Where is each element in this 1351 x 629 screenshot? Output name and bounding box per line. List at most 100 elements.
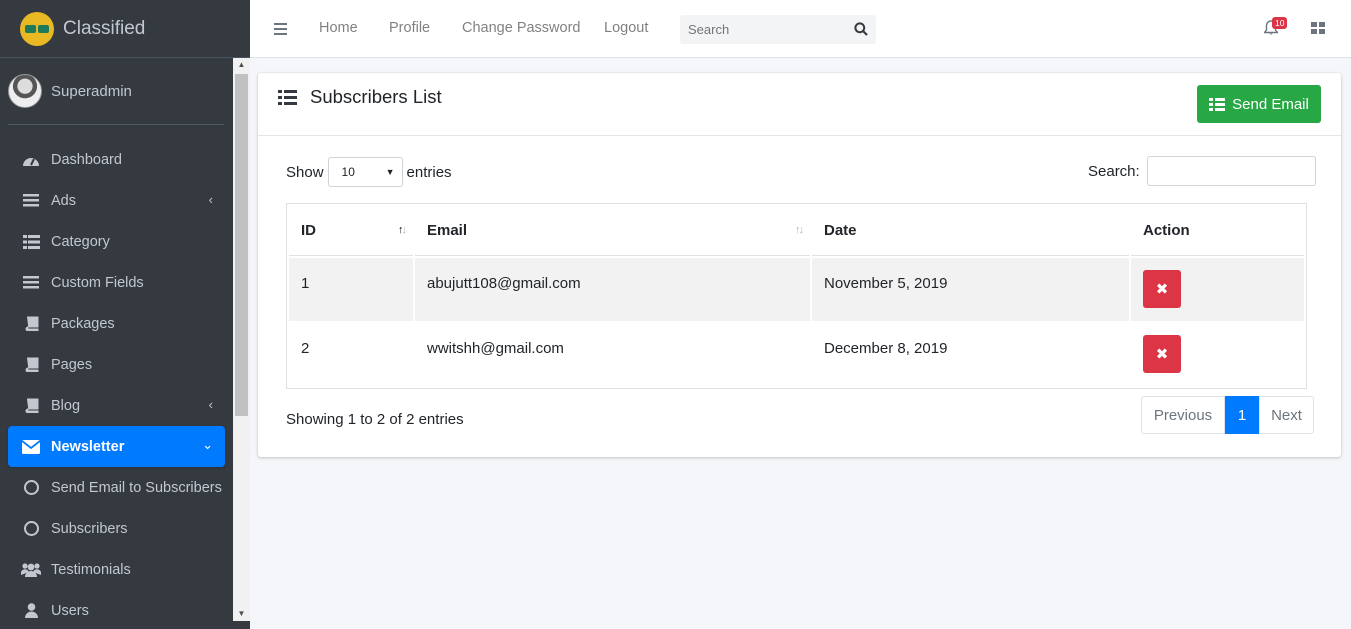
page-1-button[interactable]: 1 (1225, 396, 1259, 434)
table-search: Search: (1088, 156, 1316, 186)
list-icon (278, 89, 297, 105)
previous-page-button[interactable]: Previous (1141, 396, 1225, 434)
circle-icon (21, 479, 41, 497)
cell-email: abujutt108@gmail.com (415, 258, 810, 321)
brand-link[interactable]: Classified (0, 0, 250, 58)
delete-button[interactable]: ✖ (1143, 335, 1181, 373)
envelope-icon (21, 438, 41, 456)
list-icon (1209, 97, 1226, 111)
cell-id: 1 (289, 258, 413, 321)
dropdown-arrow-icon: ▼ (385, 167, 395, 177)
cell-id: 2 (301, 340, 310, 357)
nav-logout-link[interactable]: Logout (604, 20, 648, 36)
apps-grid-icon[interactable] (1311, 22, 1325, 34)
header-label: Action (1143, 222, 1190, 239)
send-email-label: Send Email (1232, 95, 1309, 113)
cell-date: November 5, 2019 (812, 258, 1129, 321)
circle-icon (21, 520, 41, 538)
cell-action: ✖ (1131, 258, 1304, 321)
column-header-date[interactable]: Date (812, 206, 1129, 256)
sidebar-item-custom-fields[interactable]: Custom Fields (8, 262, 225, 303)
nav-change-password-link[interactable]: Change Password (462, 20, 581, 36)
sidebar: Classified Superadmin Dashboard Ads ‹ Ca… (0, 0, 250, 629)
list-icon (21, 233, 41, 251)
scroll-down-icon[interactable]: ▼ (233, 607, 250, 621)
avatar (8, 74, 42, 108)
search-label: Search: (1088, 162, 1140, 180)
sidebar-item-packages[interactable]: Packages (8, 303, 225, 344)
entries-label: entries (406, 163, 452, 181)
sidebar-item-label: Send Email to Subscribers (51, 479, 222, 496)
sidebar-item-label: Newsletter (51, 438, 125, 455)
nav-profile-link[interactable]: Profile (389, 20, 430, 36)
subscribers-card: Subscribers List Send Email Show 10 ▼ en… (258, 73, 1341, 457)
column-header-action: Action (1131, 206, 1304, 256)
brand-logo-icon (20, 11, 54, 46)
cell-date: December 8, 2019 (824, 340, 948, 357)
top-navbar: Home Profile Change Password Logout 10 (250, 0, 1351, 58)
sidebar-item-label: Dashboard (51, 151, 122, 168)
user-name: Superadmin (51, 82, 132, 100)
entries-select-value: 10 (341, 165, 355, 179)
table-row: 2 wwitshh@gmail.com December 8, 2019 ✖ (289, 323, 1304, 386)
delete-button[interactable]: ✖ (1143, 270, 1181, 308)
page-title: Subscribers List (310, 86, 442, 107)
sidebar-item-dashboard[interactable]: Dashboard (8, 139, 225, 180)
column-header-id[interactable]: ID ↑↓ (289, 206, 413, 256)
sidebar-item-label: Ads (51, 192, 76, 209)
header-label: ID (301, 222, 316, 239)
scrollbar-thumb[interactable] (235, 74, 248, 416)
bars-icon (21, 274, 41, 292)
table-search-input[interactable] (1146, 156, 1316, 186)
sort-icon: ↑↓ (795, 224, 804, 236)
navbar-search-input[interactable] (680, 15, 840, 44)
card-title: Subscribers List (278, 86, 442, 108)
sidebar-item-label: Pages (51, 356, 93, 373)
sidebar-item-label: Users (51, 602, 89, 619)
user-panel[interactable]: Superadmin (0, 58, 242, 124)
book-icon (21, 397, 41, 415)
next-page-button[interactable]: Next (1259, 396, 1314, 434)
chevron-left-icon: ‹ (208, 397, 213, 412)
sidebar-item-label: Custom Fields (51, 274, 144, 291)
book-icon (21, 356, 41, 374)
sidebar-scrollbar[interactable]: ▲ ▼ (233, 58, 250, 621)
sidebar-item-testimonials[interactable]: Testimonials (8, 549, 225, 590)
brand-title: Classified (63, 17, 146, 39)
search-icon[interactable] (854, 22, 868, 40)
table-row: 1 abujutt108@gmail.com November 5, 2019 … (289, 258, 1304, 321)
sidebar-item-newsletter[interactable]: Newsletter ⌄ (8, 426, 225, 467)
nav-home-link[interactable]: Home (319, 20, 358, 36)
sidebar-item-send-email[interactable]: Send Email to Subscribers (8, 467, 225, 508)
navbar-search (680, 15, 876, 44)
column-header-email[interactable]: Email ↑↓ (415, 206, 810, 256)
close-icon: ✖ (1155, 346, 1169, 363)
card-header: Subscribers List Send Email (258, 73, 1341, 136)
sort-asc-icon: ↑↓ (398, 224, 407, 236)
sidebar-item-label: Packages (51, 315, 115, 332)
sidebar-item-subscribers[interactable]: Subscribers (8, 508, 225, 549)
user-icon (21, 602, 41, 620)
scroll-up-icon[interactable]: ▲ (233, 58, 250, 72)
entries-select[interactable]: 10 ▼ (327, 157, 403, 187)
header-label: Email (427, 222, 468, 239)
sidebar-item-label: Subscribers (51, 520, 128, 537)
pagination: Previous 1 Next (1141, 396, 1314, 434)
table-info: Showing 1 to 2 of 2 entries (286, 411, 464, 428)
sidebar-item-label: Testimonials (51, 561, 131, 578)
close-icon: ✖ (1155, 281, 1169, 298)
divider (8, 124, 224, 125)
sidebar-item-users[interactable]: Users (8, 590, 225, 629)
sidebar-item-ads[interactable]: Ads ‹ (8, 180, 225, 221)
show-label: Show (286, 163, 324, 181)
bars-icon (21, 192, 41, 210)
sidebar-item-category[interactable]: Category (8, 221, 225, 262)
sidebar-item-pages[interactable]: Pages (8, 344, 225, 385)
notification-badge: 10 (1272, 17, 1288, 29)
send-email-button[interactable]: Send Email (1197, 85, 1321, 123)
chevron-left-icon: ‹ (208, 192, 213, 207)
menu-toggle-icon[interactable] (274, 22, 287, 35)
sidebar-nav: Dashboard Ads ‹ Category Custom Fields P… (8, 139, 225, 629)
sidebar-item-label: Category (51, 233, 110, 250)
sidebar-item-blog[interactable]: Blog ‹ (8, 385, 225, 426)
